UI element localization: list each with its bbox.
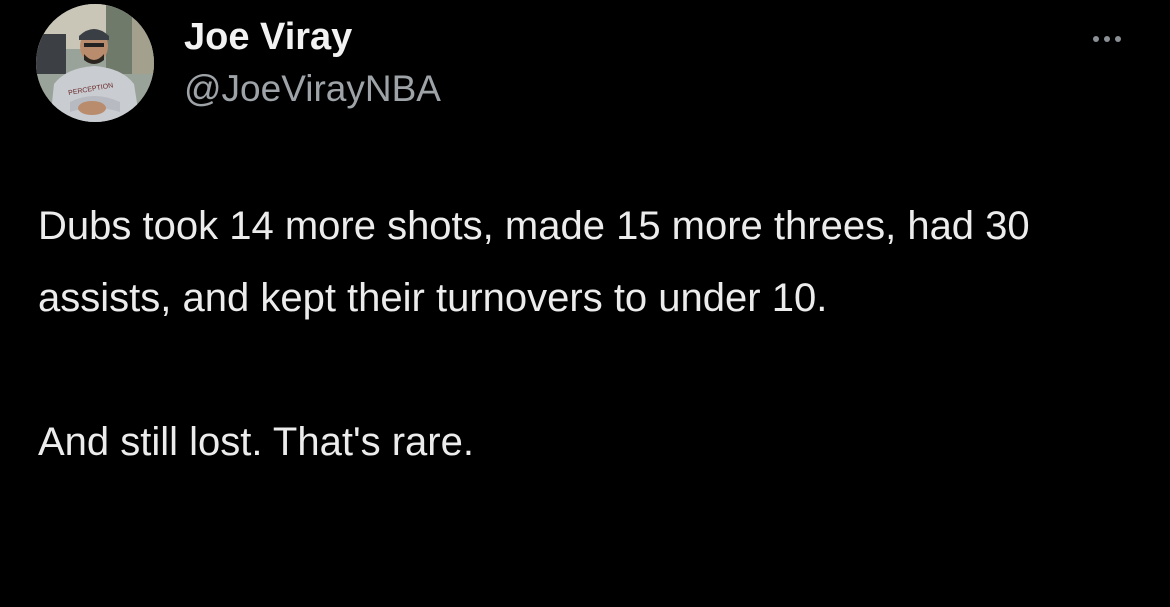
tweet-text: Dubs took 14 more shots, made 15 more th… bbox=[38, 190, 1138, 478]
avatar[interactable]: PERCEPTION bbox=[36, 4, 154, 122]
profile-photo-icon: PERCEPTION bbox=[36, 4, 154, 122]
author-handle[interactable]: @JoeVirayNBA bbox=[184, 66, 441, 112]
ellipsis-icon bbox=[1104, 36, 1110, 42]
ellipsis-icon bbox=[1093, 36, 1099, 42]
ellipsis-icon bbox=[1115, 36, 1121, 42]
more-options-button[interactable] bbox=[1082, 24, 1132, 54]
author-display-name[interactable]: Joe Viray bbox=[184, 14, 352, 60]
tweet: PERCEPTION Joe Viray @JoeVirayNBA Dubs t… bbox=[0, 0, 1170, 607]
tweet-paragraph-1: Dubs took 14 more shots, made 15 more th… bbox=[38, 204, 1030, 320]
tweet-paragraph-2: And still lost. That's rare. bbox=[38, 420, 474, 464]
